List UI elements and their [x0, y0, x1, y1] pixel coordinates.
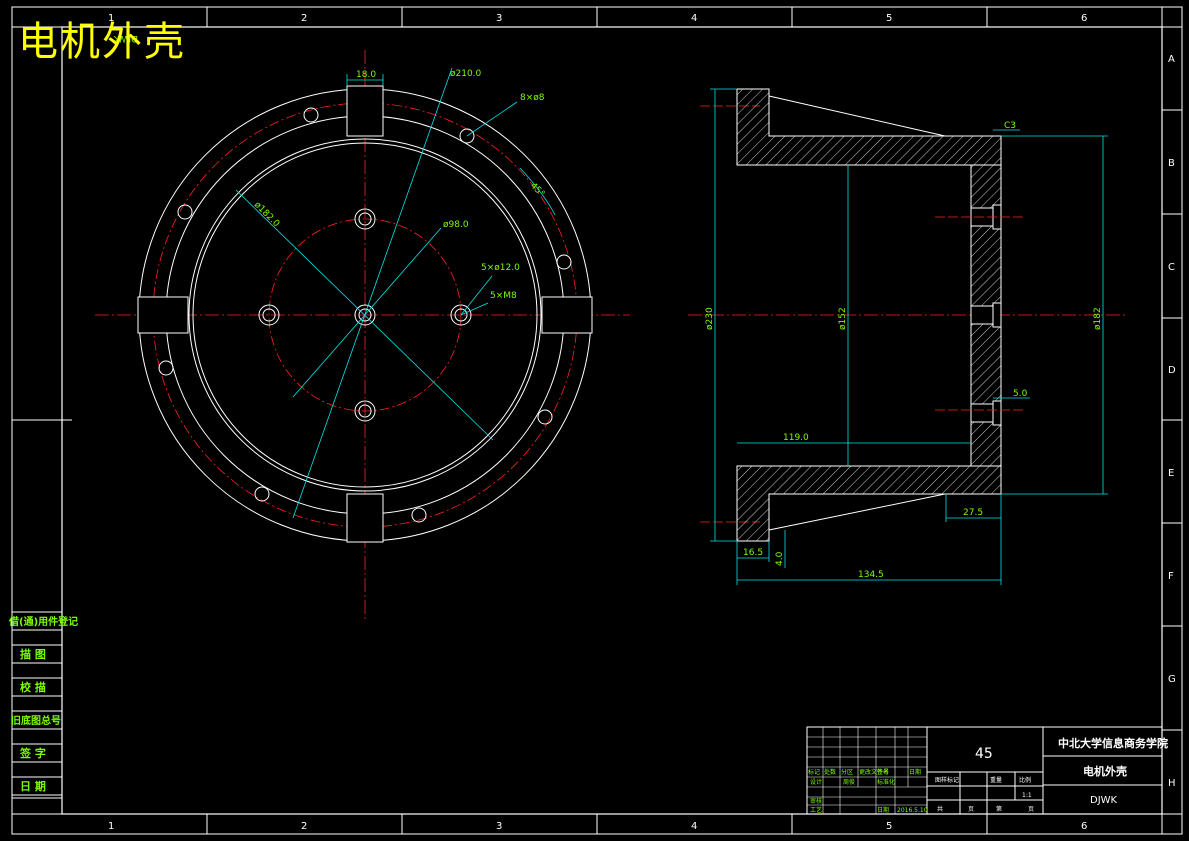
part-name: 电机外壳 — [1083, 764, 1127, 778]
left-register-table — [11, 611, 63, 799]
col-label: 4 — [691, 13, 697, 24]
register-row: 校 描 — [20, 680, 46, 694]
sign-label: 分区 — [841, 768, 853, 776]
dim-depth: 119.0 — [783, 433, 809, 443]
dim-bore-dia: ø182.0 — [252, 200, 281, 229]
dim-inner-holes: 5×ø12.0 — [481, 263, 520, 273]
dim-flange-thk: 16.5 — [743, 548, 763, 558]
school-name: 中北大学信息商务学院 — [1058, 736, 1168, 750]
zone-grid — [11, 7, 1182, 834]
register-row: 签 字 — [19, 746, 46, 760]
dim-length: 134.5 — [858, 570, 884, 580]
col-label: 6 — [1081, 821, 1087, 832]
role-label: 审核 — [810, 797, 822, 805]
col-label: 4 — [691, 821, 697, 832]
scale-label: 比例 — [1019, 776, 1031, 784]
title-block-text: 45 中北大学信息商务学院 电机外壳 DJWK 图样标记 重量 比例 1:1 共… — [808, 736, 1168, 814]
part-code: DJWK — [1090, 795, 1118, 806]
sheet-label: 页 — [968, 806, 974, 813]
role-label: 日期 — [877, 806, 889, 814]
side-view: C3 ø230 ø152 ø182 119.0 5.0 27.5 16.5 4.… — [688, 88, 1128, 585]
outer-frame — [11, 6, 1183, 835]
material: 45 — [975, 746, 993, 762]
page-label-end: 页 — [1028, 806, 1034, 813]
row-label: H — [1168, 778, 1176, 789]
row-label: D — [1168, 365, 1176, 376]
dim-total-dia: ø230 — [705, 307, 715, 330]
row-label: A — [1168, 54, 1175, 65]
dim-slot-width: 18.0 — [356, 70, 376, 80]
register-row: 借(通)用件登记 — [8, 615, 78, 628]
row-label: E — [1168, 468, 1174, 479]
designer-name: 周俊 — [843, 778, 855, 786]
row-label: B — [1168, 158, 1175, 169]
row-label: G — [1168, 674, 1176, 685]
drawing-sheet: 1 2 3 4 5 6 1 2 3 4 5 6 A B C D E F G H … — [8, 6, 1183, 835]
sheet-total-label: 共 — [937, 805, 943, 813]
dim-pcd: ø98.0 — [443, 220, 469, 230]
dim-lip: 4.0 — [775, 551, 785, 566]
page-label: 第 — [996, 805, 1002, 813]
dim-thread: 5×M8 — [490, 291, 517, 301]
dim-flange-holes: 8×ø8 — [520, 93, 545, 103]
date: 2016.5.10 — [897, 807, 928, 814]
col-label: 2 — [301, 821, 307, 832]
drawing-title-overlay: 电机外壳 — [18, 19, 186, 65]
sign-label: 标记 — [808, 768, 820, 776]
role-label: 工艺 — [810, 806, 822, 814]
row-label: C — [1168, 262, 1175, 273]
dim-wall: 5.0 — [1013, 389, 1028, 399]
col-label: 2 — [301, 13, 307, 24]
col-label: 3 — [496, 13, 502, 24]
register-row: 日 期 — [20, 779, 46, 793]
dim-step: 27.5 — [963, 508, 983, 518]
col-label: 5 — [886, 821, 892, 832]
sign-label: 处数 — [824, 768, 836, 776]
col-label: 5 — [886, 13, 892, 24]
col-label: 6 — [1081, 13, 1087, 24]
dim-spigot-dia: ø182 — [1093, 307, 1103, 330]
dim-chamfer: C3 — [1004, 121, 1016, 131]
front-dimensions: 18.0 ø210.0 8×ø8 45° ø182.0 ø98.0 5×ø12.… — [252, 69, 546, 301]
col-label: 3 — [496, 821, 502, 832]
col-label: 1 — [108, 821, 114, 832]
weight-label: 重量 — [990, 776, 1002, 784]
stage-label: 图样标记 — [935, 776, 959, 784]
dim-inner-dia: ø152 — [838, 307, 848, 330]
role-label: 设计 — [810, 778, 822, 786]
sign-label: 签名 — [877, 768, 889, 776]
register-row: 旧底图总号 — [11, 714, 61, 727]
register-row: 描 图 — [20, 647, 46, 661]
dim-outer-dia: ø210.0 — [450, 69, 482, 79]
role-label: 标准化 — [877, 778, 895, 786]
scale-value: 1:1 — [1022, 792, 1032, 799]
left-register-labels: 借(通)用件登记 描 图 校 描 旧底图总号 签 字 日 期 — [8, 615, 78, 793]
sign-label: 日期 — [909, 768, 921, 776]
row-label: F — [1168, 571, 1174, 582]
front-view: 18.0 ø210.0 8×ø8 45° ø182.0 ø98.0 5×ø12.… — [95, 50, 630, 622]
